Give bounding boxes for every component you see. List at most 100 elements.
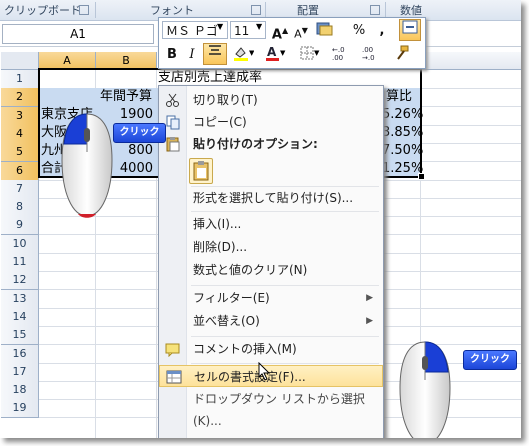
ratio-cell[interactable]: 1.25% — [382, 160, 423, 178]
mouse-pointer-icon — [258, 362, 271, 381]
row-header-2[interactable]: 2 — [1, 88, 39, 107]
menu-item-label: 並べ替え(O) — [193, 314, 260, 328]
menu-item-delete[interactable]: 削除(D)... — [159, 236, 383, 258]
ribbon-group-alignment: 配置 — [297, 4, 319, 17]
ribbon-group-clipboard: クリップボード — [4, 4, 81, 17]
ratio-cell[interactable]: 7.50% — [382, 142, 423, 160]
mini-toolbar: ＭＳ Ｐゴ ▼ 11 ▼ A▲ A▼ % , B I ▼ A ▼ ▼ ←.0.00 — [158, 17, 426, 69]
increase-decimal-icon[interactable]: ←.0.00 — [329, 44, 355, 66]
menu-item-label: 削除(D)... — [193, 240, 248, 254]
left-click-callout: クリック — [113, 123, 166, 143]
row-header-9[interactable]: 9 — [1, 216, 39, 235]
row-header-10[interactable]: 10 — [1, 235, 39, 254]
menu-item-label: フィルター(E) — [193, 291, 270, 305]
borders-icon[interactable]: ▼ — [297, 44, 323, 66]
row-header-12[interactable]: 12 — [1, 271, 39, 290]
align-center-icon[interactable] — [203, 43, 227, 65]
increase-font-icon[interactable]: A▲ — [269, 20, 291, 42]
copy-icon — [165, 114, 181, 130]
menu-separator — [191, 363, 379, 364]
menu-item-label: 数式と値のクリア(N) — [193, 263, 308, 277]
clipboard-icon — [193, 161, 209, 181]
row-header-19[interactable]: 19 — [1, 399, 39, 418]
row-header-3[interactable]: 3 — [1, 107, 39, 126]
ribbon-separator — [95, 2, 96, 18]
ribbon-group-number: 数値 — [400, 4, 422, 17]
name-box[interactable]: A1 — [2, 24, 154, 44]
select-all-corner[interactable] — [1, 52, 39, 70]
ribbon-separator — [265, 2, 266, 18]
context-menu: 切り取り(T) コピー(C) 貼り付けのオプション: 形式を選択して貼り付け(S… — [158, 85, 384, 438]
menu-separator — [191, 285, 379, 286]
row-header-17[interactable]: 17 — [1, 363, 39, 382]
clipboard-launcher-icon[interactable] — [79, 5, 89, 15]
menu-item-insert-comment[interactable]: コメントの挿入(M) — [159, 338, 383, 360]
menu-item-label: 切り取り(T) — [193, 93, 258, 107]
ribbon-separator — [385, 2, 386, 18]
right-click-callout: クリック — [463, 350, 517, 370]
svg-text:.00: .00 — [362, 46, 373, 54]
row-header-18[interactable]: 18 — [1, 381, 39, 400]
row-header-7[interactable]: 7 — [1, 180, 39, 199]
menu-item-filter[interactable]: フィルター(E) ▶ — [159, 287, 383, 309]
column-header[interactable] — [421, 52, 521, 70]
decrease-font-icon[interactable]: A▼ — [290, 20, 312, 42]
menu-separator — [191, 336, 379, 337]
row-header-15[interactable]: 15 — [1, 326, 39, 345]
fill-color-icon[interactable]: ▼ — [229, 44, 257, 66]
ratio-cell[interactable]: 5.26% — [382, 106, 423, 124]
header-budget-cell[interactable]: 年間予算 — [100, 88, 152, 106]
scissors-icon — [165, 92, 181, 108]
svg-text:.00: .00 — [332, 54, 343, 61]
menu-item-label: セルの書式設定(F)... — [194, 370, 306, 384]
row-header-11[interactable]: 11 — [1, 253, 39, 272]
format-painter-icon[interactable] — [389, 44, 413, 66]
row-header-13[interactable]: 13 — [1, 290, 39, 309]
row-header-5[interactable]: 5 — [1, 143, 39, 162]
menu-separator — [191, 211, 379, 212]
menu-item-paste-options: 貼り付けのオプション: — [159, 133, 383, 155]
comment-icon — [165, 341, 181, 358]
italic-button[interactable]: I — [183, 44, 201, 66]
decrease-decimal-icon[interactable]: .00 →.0 — [359, 44, 385, 66]
ratio-cell[interactable]: 3.85% — [382, 124, 423, 142]
row-header-6[interactable]: 6 — [1, 162, 39, 181]
alignment-launcher-icon[interactable] — [370, 5, 380, 15]
merge-center-icon[interactable] — [399, 19, 421, 41]
mouse-right-click-icon — [399, 341, 451, 438]
menu-item-paste-special[interactable]: 形式を選択して貼り付け(S)... — [159, 187, 383, 209]
menu-item-label: コピー(C) — [193, 115, 247, 129]
cell-styles-icon[interactable] — [313, 20, 337, 42]
menu-item-clear-contents[interactable]: 数式と値のクリア(N) — [159, 259, 383, 281]
menu-item-label: コメントの挿入(M) — [193, 342, 297, 356]
row-header-14[interactable]: 14 — [1, 308, 39, 327]
menu-item-copy[interactable]: コピー(C) — [159, 111, 383, 133]
header-ratio-cell[interactable]: 算比 — [386, 88, 412, 106]
menu-item-sort[interactable]: 並べ替え(O) ▶ — [159, 310, 383, 332]
menu-item-cut[interactable]: 切り取り(T) — [159, 89, 383, 111]
menu-item-label: ドロップダウン リストから選択(K)... — [193, 392, 365, 428]
menu-item-insert[interactable]: 挿入(I)... — [159, 213, 383, 235]
percent-button[interactable]: % — [349, 20, 369, 42]
paste-icon — [165, 136, 181, 152]
font-launcher-icon[interactable] — [251, 5, 261, 15]
ribbon-group-font: フォント — [150, 4, 194, 17]
chevron-right-icon: ▶ — [366, 316, 373, 326]
row-header-8[interactable]: 8 — [1, 198, 39, 217]
row-header-4[interactable]: 4 — [1, 125, 39, 144]
svg-text:→.0: →.0 — [362, 54, 375, 61]
svg-text:▼: ▼ — [280, 49, 286, 57]
svg-text:←.0: ←.0 — [332, 46, 345, 54]
font-color-icon[interactable]: A ▼ — [261, 44, 289, 66]
svg-text:▼: ▼ — [249, 49, 254, 57]
chevron-right-icon: ▶ — [366, 293, 373, 303]
row-header-16[interactable]: 16 — [1, 345, 39, 364]
chevron-down-icon: ▼ — [256, 22, 263, 31]
menu-item-pick-from-list[interactable]: ドロップダウン リストから選択(K)... — [159, 388, 383, 428]
mouse-left-click-icon — [61, 113, 113, 218]
paste-option-button[interactable] — [189, 158, 213, 184]
row-header-1[interactable]: 1 — [1, 70, 39, 89]
menu-item-label: 形式を選択して貼り付け(S)... — [193, 191, 354, 205]
comma-button[interactable]: , — [374, 20, 390, 42]
bold-button[interactable]: B — [162, 44, 182, 66]
